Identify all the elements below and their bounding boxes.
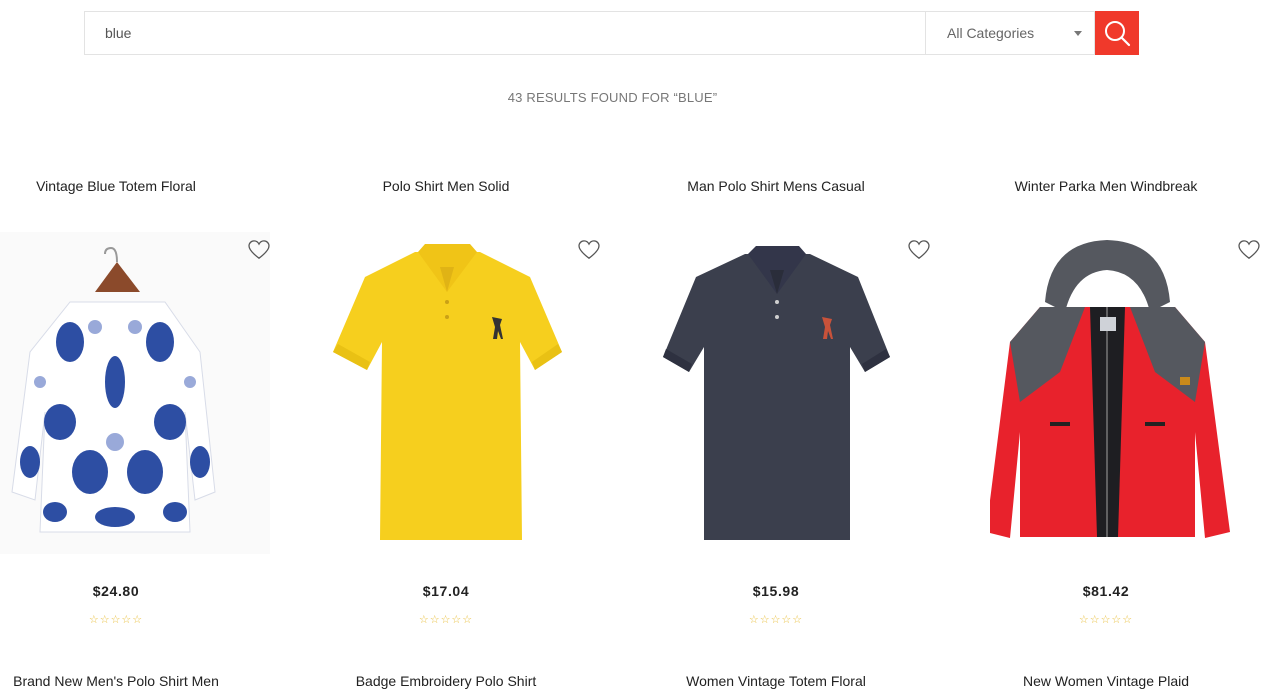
category-select-label: All Categories (947, 25, 1035, 41)
search-input[interactable] (84, 11, 925, 55)
product-image[interactable] (660, 232, 930, 554)
product-price: $24.80 (92, 583, 140, 599)
product-image[interactable] (0, 232, 270, 554)
rating-stars: ☆☆☆☆☆ (748, 614, 804, 626)
product-title[interactable]: Winter Parka Men Windbreak (990, 178, 1222, 194)
product-title[interactable]: New Women Vintage Plaid (990, 673, 1222, 689)
product-image[interactable] (330, 232, 600, 554)
heart-outline-icon[interactable] (248, 240, 270, 260)
rating-stars: ☆☆☆☆☆ (1078, 614, 1134, 626)
product-title[interactable]: Man Polo Shirt Mens Casual (660, 178, 892, 194)
product-price: $17.04 (422, 583, 470, 599)
product-title[interactable]: Brand New Men's Polo Shirt Men (0, 673, 232, 689)
product-title[interactable]: Polo Shirt Men Solid (330, 178, 562, 194)
category-select[interactable]: All Categories (925, 11, 1095, 55)
product-price: $81.42 (1082, 583, 1130, 599)
heart-outline-icon[interactable] (1238, 240, 1260, 260)
heart-outline-icon[interactable] (908, 240, 930, 260)
search-bar: All Categories (84, 11, 1139, 55)
product-title[interactable]: Women Vintage Totem Floral (660, 673, 892, 689)
heart-outline-icon[interactable] (578, 240, 600, 260)
caret-down-icon (1074, 30, 1082, 36)
product-price: $15.98 (752, 583, 800, 599)
rating-stars: ☆☆☆☆☆ (418, 614, 474, 626)
search-button[interactable] (1095, 11, 1139, 55)
product-image[interactable] (990, 232, 1260, 554)
results-count: 43 RESULTS FOUND FOR “BLUE” (507, 90, 718, 105)
rating-stars: ☆☆☆☆☆ (88, 614, 144, 626)
product-title[interactable]: Badge Embroidery Polo Shirt (330, 673, 562, 689)
search-icon (1105, 21, 1131, 47)
product-title[interactable]: Vintage Blue Totem Floral (0, 178, 232, 194)
